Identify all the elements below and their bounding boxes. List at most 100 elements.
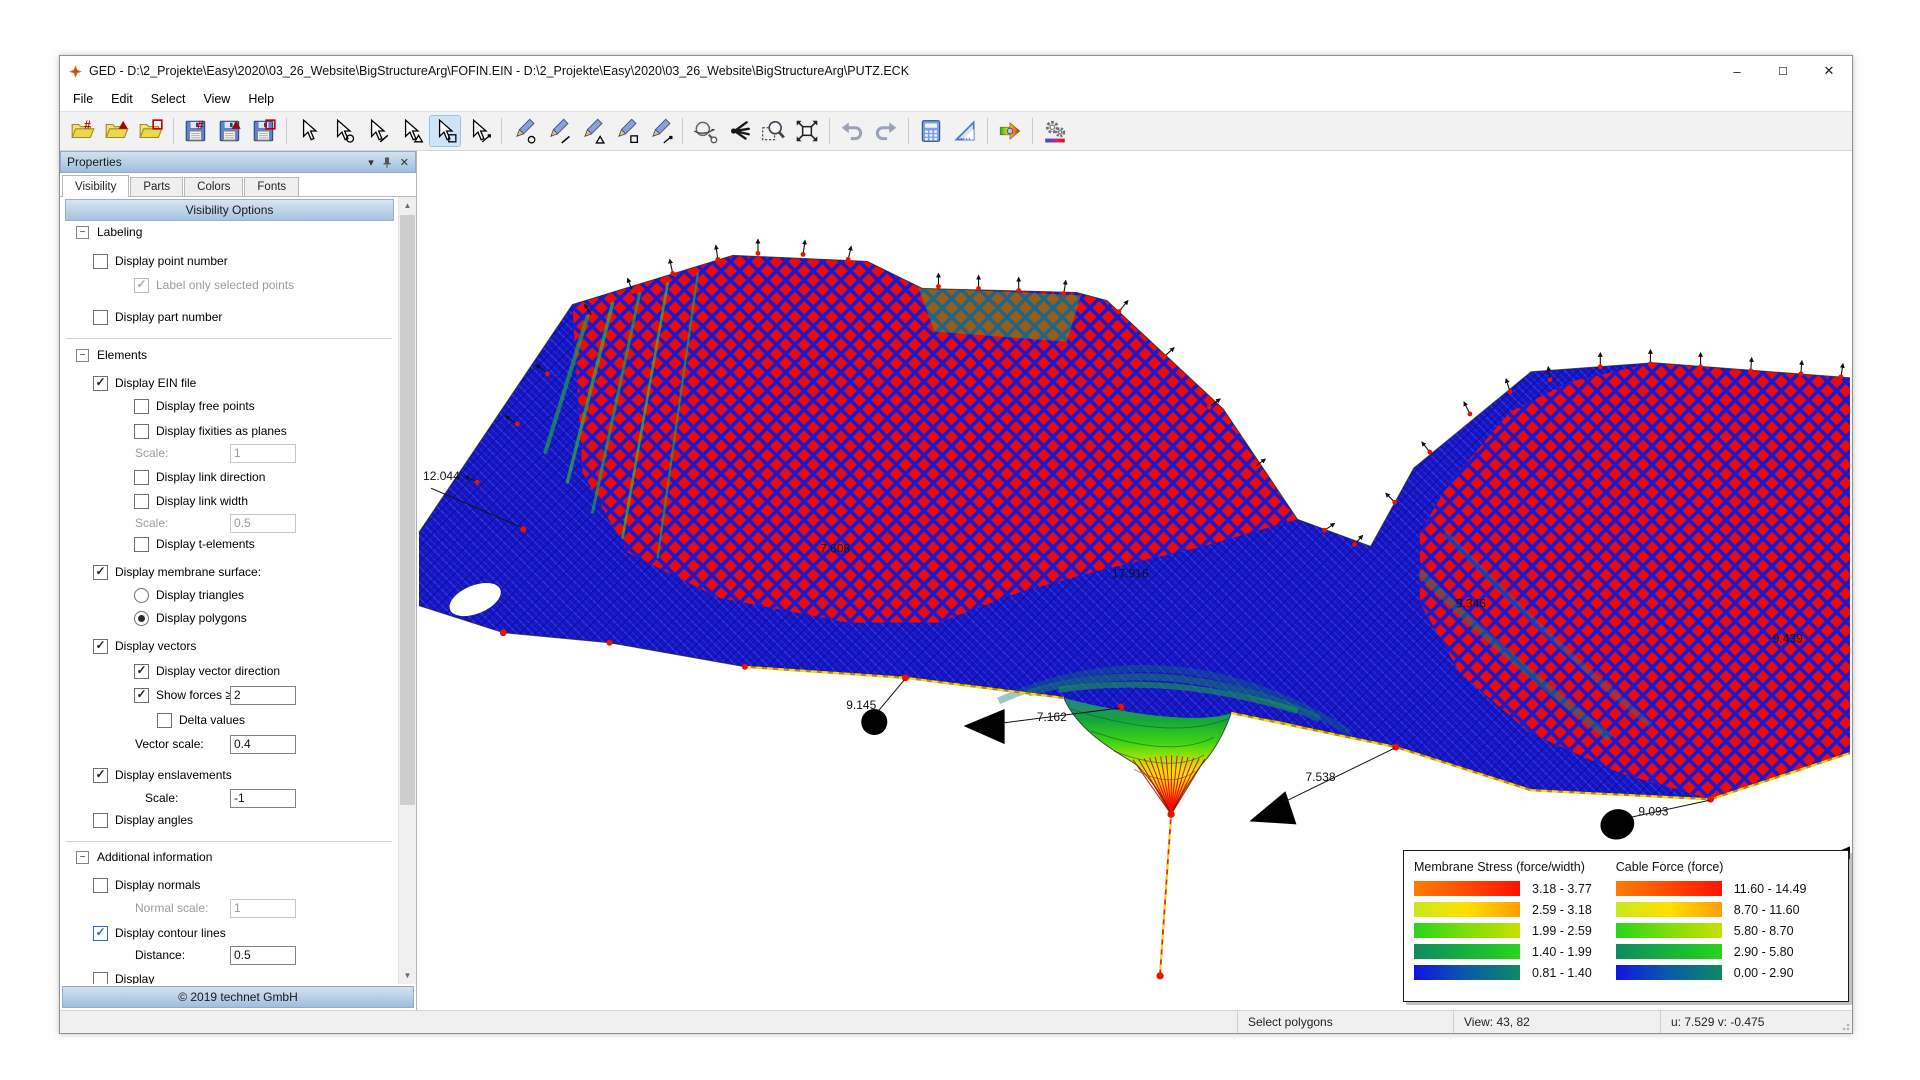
select-point-button[interactable] — [328, 116, 358, 146]
pin-icon[interactable] — [382, 157, 392, 168]
checkbox[interactable] — [93, 972, 108, 985]
checkbox-clipped-row[interactable]: Display — [93, 969, 154, 984]
minimize-button[interactable]: – — [1714, 56, 1760, 86]
close-button[interactable]: ✕ — [1806, 56, 1852, 86]
maximize-button[interactable]: ☐ — [1760, 56, 1806, 86]
tab-parts[interactable]: Parts — [130, 177, 183, 197]
checkbox[interactable] — [134, 537, 149, 552]
select-line-button[interactable] — [362, 116, 392, 146]
open-triangle-button[interactable] — [102, 116, 132, 146]
checkbox[interactable] — [134, 399, 149, 414]
checkbox[interactable] — [134, 424, 149, 439]
scroll-up-icon[interactable]: ▲ — [399, 197, 416, 214]
radio[interactable] — [134, 611, 149, 626]
checkbox[interactable] — [93, 376, 108, 391]
section-additional-information[interactable]: −Additional information — [76, 847, 212, 867]
save-hash-button[interactable] — [181, 116, 211, 146]
checkbox-delta-values[interactable]: Delta values — [157, 710, 245, 730]
panel-scrollbar[interactable]: ▲ ▼ — [398, 197, 416, 984]
checkbox[interactable] — [134, 470, 149, 485]
checkbox-display-t-elements[interactable]: Display t-elements — [134, 534, 255, 554]
checkbox[interactable] — [157, 713, 172, 728]
open-hash-button[interactable] — [68, 116, 98, 146]
checkbox-display-vectors[interactable]: Display vectors — [93, 636, 196, 656]
draw-polygon-button[interactable] — [611, 116, 641, 146]
checkbox[interactable] — [134, 688, 149, 703]
draw-point-button[interactable] — [509, 116, 539, 146]
rays-button[interactable] — [724, 116, 754, 146]
radio-display-triangles[interactable]: Display triangles — [134, 585, 244, 605]
save-square-button[interactable] — [249, 116, 279, 146]
draw-triangle-button[interactable] — [577, 116, 607, 146]
checkbox[interactable] — [93, 565, 108, 580]
checkbox[interactable] — [134, 664, 149, 679]
set-square-button[interactable] — [950, 116, 980, 146]
select-edge-button[interactable] — [464, 116, 494, 146]
select-triangle-button[interactable] — [396, 116, 426, 146]
collapse-icon[interactable]: − — [76, 349, 89, 362]
checkbox[interactable] — [93, 254, 108, 269]
resize-grip[interactable] — [1836, 1011, 1852, 1033]
settings-button[interactable] — [1040, 116, 1070, 146]
vector-scale-input[interactable] — [230, 735, 296, 754]
checkbox-display-link-direction[interactable]: Display link direction — [134, 467, 265, 487]
panel-close-icon[interactable]: ✕ — [400, 156, 409, 169]
checkbox[interactable] — [93, 813, 108, 828]
fem-view-button[interactable] — [995, 116, 1025, 146]
fixities-scale-input[interactable] — [230, 444, 296, 463]
checkbox-display-ein-file[interactable]: Display EIN file — [93, 373, 196, 393]
select-cursor-button[interactable] — [294, 116, 324, 146]
radio-display-polygons[interactable]: Display polygons — [134, 608, 247, 628]
enslavements-scale-input[interactable] — [230, 789, 296, 808]
checkbox[interactable] — [93, 768, 108, 783]
tab-colors[interactable]: Colors — [184, 177, 243, 197]
zoom-fit-button[interactable] — [792, 116, 822, 146]
checkbox-display-angles[interactable]: Display angles — [93, 810, 193, 830]
zoom-window-button[interactable] — [758, 116, 788, 146]
distance-input[interactable] — [230, 946, 296, 965]
tab-fonts[interactable]: Fonts — [244, 177, 299, 197]
scroll-down-icon[interactable]: ▼ — [399, 967, 416, 984]
menu-help[interactable]: Help — [239, 89, 283, 109]
undo-button[interactable] — [837, 116, 867, 146]
viewport-3d[interactable]: 12.044 7.608 17.916 9.346 9.439 9.145 7.… — [417, 151, 1852, 1010]
checkbox-display-enslavements[interactable]: Display enslavements — [93, 765, 232, 785]
scrollbar-thumb[interactable] — [400, 215, 415, 805]
checkbox-display-link-width[interactable]: Display link width — [134, 491, 248, 511]
checkbox-display-normals[interactable]: Display normals — [93, 875, 200, 895]
checkbox-display-point-number[interactable]: Display point number — [93, 251, 228, 271]
collapse-icon[interactable]: − — [76, 226, 89, 239]
checkbox[interactable] — [93, 926, 108, 941]
link-width-scale-input[interactable] — [230, 514, 296, 533]
menu-edit[interactable]: Edit — [102, 89, 142, 109]
checkbox-display-free-points[interactable]: Display free points — [134, 396, 255, 416]
menu-view[interactable]: View — [194, 89, 239, 109]
panel-menu-icon[interactable]: ▾ — [368, 156, 374, 169]
select-polygon-button[interactable] — [430, 116, 460, 146]
orbit-button[interactable] — [690, 116, 720, 146]
checkbox-display-vector-direction[interactable]: Display vector direction — [134, 661, 280, 681]
menu-file[interactable]: File — [64, 89, 102, 109]
checkbox-display-fixities[interactable]: Display fixities as planes — [134, 421, 287, 441]
collapse-icon[interactable]: − — [76, 851, 89, 864]
checkbox[interactable] — [93, 878, 108, 893]
checkbox-display-part-number[interactable]: Display part number — [93, 307, 222, 327]
checkbox-display-contour-lines[interactable]: Display contour lines — [93, 923, 226, 943]
redo-button[interactable] — [871, 116, 901, 146]
checkbox[interactable] — [134, 494, 149, 509]
section-labeling[interactable]: −Labeling — [76, 222, 142, 242]
checkbox[interactable] — [93, 639, 108, 654]
draw-line-button[interactable] — [543, 116, 573, 146]
save-triangle-button[interactable] — [215, 116, 245, 146]
normal-scale-input[interactable] — [230, 899, 296, 918]
calculator-button[interactable] — [916, 116, 946, 146]
tab-visibility[interactable]: Visibility — [62, 175, 129, 197]
menu-select[interactable]: Select — [142, 89, 195, 109]
open-square-button[interactable] — [136, 116, 166, 146]
checkbox[interactable] — [93, 310, 108, 325]
section-elements[interactable]: −Elements — [76, 345, 147, 365]
radio[interactable] — [134, 588, 149, 603]
checkbox-display-membrane-surface[interactable]: Display membrane surface: — [93, 562, 261, 582]
draw-edge-button[interactable] — [645, 116, 675, 146]
show-forces-input[interactable] — [230, 686, 296, 705]
